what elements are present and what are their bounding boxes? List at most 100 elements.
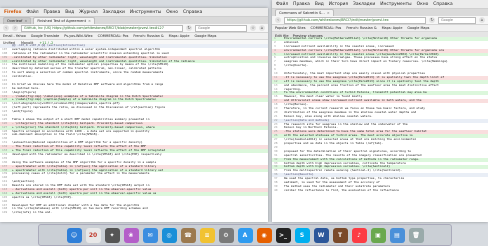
reload-icon[interactable]: ↻ [186,25,192,31]
back-icon[interactable]: ‹ [3,25,9,31]
bookmark-item[interactable]: Ps-yos-Wiki-Wlex [64,34,92,38]
right-tabbar: Commons of Sabretin S... × [272,9,488,16]
reload-icon[interactable]: ↻ [429,17,435,23]
menu-history[interactable]: Журнал [79,10,97,15]
left-bookmarks-bar: Email - Yahoo Google Translate Ps-yos-Wi… [0,33,268,40]
right-navbar: ‹ https://github.com/whitestones/BRCI7/e… [272,16,488,25]
line-number[interactable]: 149 [2,211,12,215]
line-text: \cite{refs} in the end. [12,211,53,215]
calendar-icon[interactable]: 20 [85,227,101,243]
tab-commons[interactable]: Commons of Sabretin S... × [275,9,334,16]
close-icon[interactable]: × [88,19,91,23]
firefox-icon[interactable]: ◉ [256,227,272,243]
menu-file[interactable]: Файл [276,2,288,7]
bookmark-item[interactable]: Popular Web Sites [275,26,306,30]
tab-agreement[interactable]: Finished Test of Agreement × [33,17,96,24]
search-input[interactable]: Google [438,16,476,24]
texshop-icon[interactable]: T [332,227,348,243]
finder-icon[interactable]: ☺ [66,227,82,243]
trash-icon[interactable]: 🗑 [408,227,424,243]
bookmark-star-icon[interactable]: ☆ [250,25,256,31]
tab-overleaf[interactable]: Overleaf × [3,17,32,24]
line-text: processing cases of \cite{dutch} for a p… [12,172,150,176]
line-text: \cite{Duarte}. [284,64,309,68]
diff-view: @@ -107,8 +107,8 @@ \section{Introductio… [0,44,268,222]
bookmark-item[interactable]: COMMERCIAL: Pos [98,34,129,38]
bookmark-item[interactable]: Google Translate [31,34,59,38]
menu-tools[interactable]: Инструменты [380,2,411,7]
launchpad-icon[interactable]: ✦ [104,227,120,243]
menu-help[interactable]: Справка [183,10,202,15]
menu-bookmarks[interactable]: Закладки [353,2,375,7]
settings-icon[interactable]: ⚙ [218,227,234,243]
music-icon[interactable]: ♪ [351,227,367,243]
bookmark-item[interactable]: French: Russian & [133,34,163,38]
bookmark-item[interactable]: Maps: Apple [382,26,403,30]
mail-icon[interactable]: ✉ [142,227,158,243]
line-text: Environmental carriers \cite{MetberovDE1… [284,37,438,40]
url-bar[interactable]: GitHub, Inc (US) https://github.com/whit… [21,24,183,32]
safari-icon[interactable]: ◎ [161,227,177,243]
bookmark-item[interactable]: Maps: Apple [169,34,190,38]
url-bar[interactable]: https://github.com/whitestones/BRCI7/edi… [284,16,426,24]
close-icon[interactable]: × [24,19,27,23]
right-browser-window: Файл Правка Вид История Закладки Инструм… [272,0,488,222]
line-text: \end{figure} [12,110,33,114]
line-text: spectra as \cite{SMS18} \cite{EXP}. [12,195,73,199]
right-bookmarks-bar: Popular Web Sites COMMERCIAL: Pos French… [272,25,488,32]
photos-icon[interactable]: ❀ [123,227,139,243]
menu-edit[interactable]: Правка [293,2,310,7]
close-icon[interactable]: × [327,11,330,15]
skype-icon[interactable]: S [294,227,310,243]
line-text: (left part) represents the ratio, as dis… [12,106,166,110]
bookmark-item[interactable]: Email - Yahoo [3,34,26,38]
menu-window[interactable]: Окно [166,10,178,15]
left-menubar: Firefox Файл Правка Вид Журнал Закладки … [0,8,268,17]
tab-label: Commons of Sabretin S... [279,11,325,15]
line-number[interactable]: 40 [274,189,284,193]
menu-bookmarks[interactable]: Закладки [103,10,125,15]
line-text: caliber the reflectance to find, the eva… [284,188,399,192]
code-line: 40 caliber the reflectance to find, the e… [272,189,488,193]
forward-icon[interactable]: › [12,25,18,31]
menu-tools[interactable]: Инструменты [130,10,161,15]
contacts-icon[interactable]: ☎ [180,227,196,243]
home-icon[interactable]: ⌂ [479,17,485,23]
menu-firefox[interactable]: Firefox [4,10,21,15]
folder-icon[interactable]: ▤ [389,227,405,243]
menu-view[interactable]: Вид [315,2,324,7]
line-text: sub-dominant absorption in the field \ci… [12,133,100,137]
line-text: and abundance, the percent area fraction… [284,83,439,87]
menu-history[interactable]: История [329,2,348,7]
search-input[interactable]: Google [195,24,247,32]
diff-view: 1 Environmental carriers \cite{MetberovDE… [272,37,488,222]
menu-window[interactable]: Окно [417,2,429,7]
home-icon[interactable]: ⌂ [259,25,265,31]
bookmark-item[interactable]: French: Russian & [346,26,376,30]
line-text: seagrass meadows, which in their turn ha… [284,60,448,64]
line-text: calibration. [12,75,33,79]
left-navbar: ‹ › GitHub, Inc (US) https://github.com/… [0,24,268,33]
code-line: 149 \cite{refs} in the end. [0,211,268,215]
appstore-icon[interactable]: A [237,227,253,243]
word-icon[interactable]: W [313,227,329,243]
bookmark-item[interactable]: COMMERCIAL: Pos [311,26,342,30]
preview-icon[interactable]: ▣ [370,227,386,243]
left-browser-window: Firefox Файл Правка Вид Журнал Закладки … [0,8,268,222]
menu-view[interactable]: Вид [65,10,74,15]
line-text: to sort among a selection of common spec… [12,71,164,75]
left-tabbar: Overleaf × Finished Test of Agreement × [0,17,268,24]
tab-label: Finished Test of Agreement [37,19,86,23]
terminal-icon[interactable]: >_ [275,227,291,243]
menu-file[interactable]: Файл [26,10,38,15]
dock: ☺ 20 ✦ ❀ ✉ ◎ ☎ ≡ ⚙ A ◉ >_ S W T ♪ ▣ ▤ 🗑 [38,224,452,246]
right-menubar: Файл Правка Вид История Закладки Инструм… [272,0,488,9]
bookmark-item[interactable]: Google Maps [194,34,216,38]
notes-icon[interactable]: ≡ [199,227,215,243]
menu-edit[interactable]: Правка [44,10,61,15]
line-text: properties and as data in the objects in… [284,142,384,146]
menu-help[interactable]: Справка [433,2,452,7]
back-icon[interactable]: ‹ [275,17,281,23]
tab-label: Overleaf [7,19,23,23]
bookmark-item[interactable]: Google Maps [407,26,429,30]
